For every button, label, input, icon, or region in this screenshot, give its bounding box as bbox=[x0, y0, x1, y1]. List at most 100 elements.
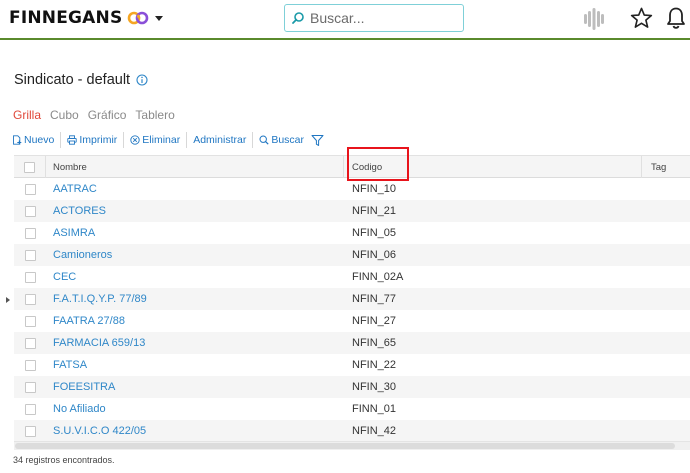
cell-nombre-link[interactable]: No Afiliado bbox=[53, 398, 106, 420]
collapse-arrow-icon[interactable] bbox=[6, 297, 10, 303]
search-input[interactable] bbox=[310, 10, 460, 26]
nuevo-button[interactable]: Nuevo bbox=[12, 134, 54, 146]
eliminar-button[interactable]: Eliminar bbox=[130, 134, 180, 146]
cell-codigo: NFIN_27 bbox=[352, 315, 397, 327]
row-select-cell bbox=[14, 310, 46, 332]
tab-grilla[interactable]: Grilla bbox=[13, 108, 41, 124]
table-row[interactable]: Camioneros NFIN_06 bbox=[14, 244, 690, 266]
row-checkbox[interactable] bbox=[24, 359, 36, 371]
cell-codigo: FINN_01 bbox=[352, 403, 397, 415]
view-tabs: Grilla Cubo Gráfico Tablero bbox=[13, 108, 184, 124]
brand-menu[interactable]: FINNEGANS bbox=[9, 8, 164, 28]
row-checkbox[interactable] bbox=[24, 271, 36, 283]
row-select-cell bbox=[14, 222, 46, 244]
printer-icon bbox=[67, 135, 78, 145]
toolbar-separator bbox=[123, 132, 125, 148]
row-select-cell bbox=[14, 354, 46, 376]
page-title: Sindicato - default bbox=[14, 71, 148, 89]
table-row[interactable]: FAATRA 27/88 NFIN_27 bbox=[14, 310, 690, 332]
administrar-label: Administrar bbox=[193, 134, 247, 146]
table-row[interactable]: FOEESITRA NFIN_30 bbox=[14, 376, 690, 398]
cell-codigo: NFIN_30 bbox=[352, 381, 397, 393]
table-row[interactable]: ACTORES NFIN_21 bbox=[14, 200, 690, 222]
cell-codigo: NFIN_21 bbox=[352, 205, 397, 217]
row-checkbox[interactable] bbox=[24, 315, 36, 327]
nuevo-label: Nuevo bbox=[24, 134, 55, 146]
search-icon bbox=[259, 135, 269, 145]
table-row[interactable]: F.A.T.I.Q.Y.P. 77/89 NFIN_77 bbox=[14, 288, 690, 310]
filter-icon[interactable] bbox=[311, 134, 324, 147]
table-row[interactable]: S.U.V.I.C.O 422/05 NFIN_42 bbox=[14, 420, 690, 441]
imprimir-button[interactable]: Imprimir bbox=[67, 134, 117, 146]
row-checkbox[interactable] bbox=[24, 425, 36, 437]
tab-grafico[interactable]: Gráfico bbox=[88, 108, 127, 124]
info-icon[interactable] bbox=[136, 74, 148, 86]
row-select-cell bbox=[14, 200, 46, 222]
cell-codigo: NFIN_10 bbox=[352, 183, 397, 195]
row-checkbox[interactable] bbox=[24, 205, 36, 217]
record-count: 34 registros encontrados. bbox=[13, 455, 115, 465]
table-row[interactable]: No Afiliado FINN_01 bbox=[14, 398, 690, 420]
table-row[interactable]: ASIMRA NFIN_05 bbox=[14, 222, 690, 244]
cell-codigo: NFIN_65 bbox=[352, 337, 397, 349]
imprimir-label: Imprimir bbox=[79, 134, 118, 146]
column-header-tag-label: Tag bbox=[651, 161, 667, 173]
search-box[interactable] bbox=[284, 4, 464, 32]
cell-nombre-link[interactable]: ASIMRA bbox=[53, 222, 95, 244]
brand-logo-icon bbox=[128, 11, 149, 25]
buscar-button[interactable]: Buscar bbox=[259, 134, 304, 146]
shell-icon[interactable] bbox=[580, 5, 608, 33]
search-icon bbox=[292, 12, 304, 24]
row-select-cell bbox=[14, 288, 46, 310]
cell-nombre-link[interactable]: CEC bbox=[53, 266, 76, 288]
eliminar-label: Eliminar bbox=[142, 134, 181, 146]
row-checkbox[interactable] bbox=[24, 403, 36, 415]
cell-nombre-link[interactable]: FATSA bbox=[53, 354, 87, 376]
cell-codigo: FINN_02A bbox=[352, 271, 404, 283]
row-checkbox[interactable] bbox=[24, 183, 36, 195]
cell-nombre-link[interactable]: FAATRA 27/88 bbox=[53, 310, 125, 332]
cell-nombre-link[interactable]: Camioneros bbox=[53, 244, 112, 266]
cell-codigo: NFIN_22 bbox=[352, 359, 397, 371]
cell-codigo: NFIN_06 bbox=[352, 249, 397, 261]
column-header-codigo[interactable]: Codigo bbox=[344, 156, 642, 178]
row-checkbox[interactable] bbox=[24, 337, 36, 349]
horizontal-scrollbar[interactable] bbox=[14, 441, 690, 450]
administrar-button[interactable]: Administrar bbox=[193, 134, 246, 146]
data-grid: Nombre Codigo Tag AATRAC NFIN_10 ACTORES NF… bbox=[14, 155, 690, 441]
tab-tablero[interactable]: Tablero bbox=[135, 108, 174, 124]
cell-nombre-link[interactable]: AATRAC bbox=[53, 178, 97, 200]
buscar-label: Buscar bbox=[271, 134, 305, 146]
cell-codigo: NFIN_05 bbox=[352, 227, 397, 239]
row-select-cell bbox=[14, 398, 46, 420]
page-title-text: Sindicato - default bbox=[14, 72, 131, 88]
cell-nombre-link[interactable]: FOEESITRA bbox=[53, 376, 115, 398]
column-header-nombre[interactable]: Nombre bbox=[46, 156, 344, 178]
tab-cubo[interactable]: Cubo bbox=[50, 108, 79, 124]
table-row[interactable]: FARMACIA 659/13 NFIN_65 bbox=[14, 332, 690, 354]
row-checkbox[interactable] bbox=[24, 381, 36, 393]
row-select-cell bbox=[14, 420, 46, 441]
cell-nombre-link[interactable]: F.A.T.I.Q.Y.P. 77/89 bbox=[53, 288, 147, 310]
delete-icon bbox=[130, 135, 140, 145]
select-all-checkbox[interactable] bbox=[24, 161, 35, 173]
star-icon[interactable] bbox=[630, 7, 653, 29]
row-checkbox[interactable] bbox=[24, 249, 36, 261]
table-row[interactable]: FATSA NFIN_22 bbox=[14, 354, 690, 376]
column-header-tag[interactable]: Tag bbox=[642, 156, 690, 178]
table-row[interactable]: AATRAC NFIN_10 bbox=[14, 178, 690, 200]
row-checkbox[interactable] bbox=[24, 227, 36, 239]
row-select-cell bbox=[14, 266, 46, 288]
cell-nombre-link[interactable]: S.U.V.I.C.O 422/05 bbox=[53, 420, 146, 441]
scrollbar-thumb[interactable] bbox=[15, 443, 675, 449]
row-select-cell bbox=[14, 178, 46, 200]
column-header-codigo-label: Codigo bbox=[352, 161, 383, 173]
table-row[interactable]: CEC FINN_02A bbox=[14, 266, 690, 288]
row-checkbox[interactable] bbox=[24, 293, 36, 305]
bell-icon[interactable] bbox=[666, 6, 686, 30]
cell-nombre-link[interactable]: FARMACIA 659/13 bbox=[53, 332, 145, 354]
grid-header: Nombre Codigo Tag bbox=[14, 155, 690, 178]
cell-nombre-link[interactable]: ACTORES bbox=[53, 200, 106, 222]
row-select-cell bbox=[14, 376, 46, 398]
brand-name: FINNEGANS bbox=[9, 8, 123, 28]
